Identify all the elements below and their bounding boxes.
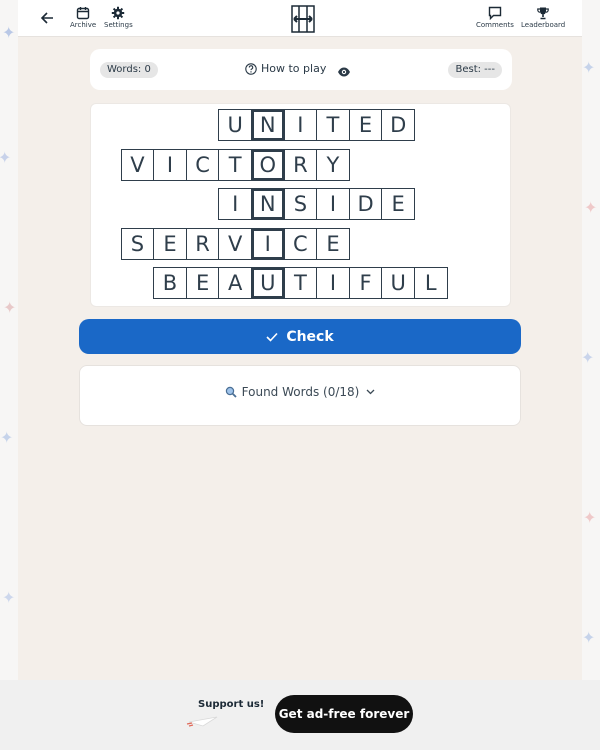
check-button[interactable]: Check bbox=[79, 319, 521, 354]
chevron-down-icon bbox=[366, 389, 375, 395]
gear-icon bbox=[112, 6, 125, 20]
letter-cell[interactable]: S bbox=[120, 228, 155, 260]
letter-cell[interactable]: E bbox=[381, 188, 415, 220]
found-words-label: Found Words (0/18) bbox=[241, 385, 360, 399]
support-label: Support us! bbox=[198, 699, 265, 710]
letter-cell[interactable]: V bbox=[120, 149, 155, 181]
logo-icon bbox=[291, 5, 315, 33]
letter-cell[interactable]: E bbox=[185, 267, 220, 299]
right-decoration: ✦ ✦ ✦ ✦ ✦ bbox=[582, 0, 600, 680]
key-letter-cell[interactable]: O bbox=[250, 149, 285, 181]
back-button[interactable] bbox=[40, 11, 54, 25]
ad-free-label: Get ad-free forever bbox=[278, 707, 410, 721]
letter-cell[interactable]: Y bbox=[316, 149, 350, 181]
letter-cell[interactable]: C bbox=[283, 228, 318, 260]
letter-cell[interactable]: A bbox=[218, 267, 252, 299]
letter-cell[interactable]: I bbox=[153, 149, 187, 181]
letter-cell[interactable]: D bbox=[381, 109, 415, 141]
puzzle-row: BEAUTIFUL bbox=[153, 267, 448, 299]
letter-cell[interactable]: V bbox=[218, 228, 252, 260]
letter-cell[interactable]: I bbox=[283, 109, 318, 141]
ad-free-button[interactable]: Get ad-free forever bbox=[275, 695, 413, 733]
puzzle-row: INSIDE bbox=[218, 188, 415, 220]
top-bar: Archive Settings Comments Leaderboard bbox=[18, 0, 582, 37]
letter-cell[interactable]: R bbox=[185, 228, 220, 260]
puzzle-board: UNITEDVICTORYINSIDESERVICEBEAUTIFUL bbox=[90, 103, 511, 307]
key-letter-cell[interactable]: U bbox=[250, 267, 285, 299]
letter-cell[interactable]: I bbox=[218, 188, 252, 220]
letter-cell[interactable]: S bbox=[283, 188, 318, 220]
archive-button[interactable]: Archive bbox=[70, 6, 96, 29]
how-to-play-link[interactable]: How to play bbox=[245, 62, 326, 75]
leaderboard-button[interactable]: Leaderboard bbox=[521, 6, 565, 29]
letter-cell[interactable]: B bbox=[153, 267, 187, 299]
comments-button[interactable]: Comments bbox=[476, 6, 514, 29]
letter-cell[interactable]: U bbox=[381, 267, 415, 299]
how-to-play-label: How to play bbox=[261, 62, 327, 75]
check-label: Check bbox=[286, 328, 334, 345]
support-footer: Support us! Get ad-free forever bbox=[0, 680, 600, 750]
letter-cell[interactable]: E bbox=[316, 228, 350, 260]
leaderboard-label: Leaderboard bbox=[521, 21, 566, 29]
checkmark-icon bbox=[266, 332, 278, 342]
comments-label: Comments bbox=[476, 21, 514, 29]
calendar-icon bbox=[76, 7, 90, 20]
letter-cell[interactable]: U bbox=[218, 109, 252, 141]
letter-cell[interactable]: E bbox=[348, 109, 383, 141]
settings-button[interactable]: Settings bbox=[104, 6, 133, 29]
archive-label: Archive bbox=[70, 21, 97, 29]
status-bar: Words: 0 How to play Best: --- bbox=[90, 49, 512, 90]
words-count-badge: Words: 0 bbox=[100, 62, 158, 78]
letter-cell[interactable]: C bbox=[185, 149, 220, 181]
settings-label: Settings bbox=[104, 21, 133, 29]
letter-cell[interactable]: F bbox=[348, 267, 383, 299]
letter-cell[interactable]: T bbox=[316, 109, 350, 141]
paper-plane-icon bbox=[186, 716, 218, 727]
letter-cell[interactable]: E bbox=[153, 228, 187, 260]
letter-cell[interactable]: R bbox=[283, 149, 318, 181]
reveal-button[interactable] bbox=[337, 63, 351, 82]
key-letter-cell[interactable]: I bbox=[250, 228, 285, 260]
puzzle-row: VICTORY bbox=[120, 149, 350, 181]
letter-cell[interactable]: L bbox=[413, 267, 448, 299]
eye-icon bbox=[338, 67, 350, 77]
found-words-panel: Found Words (0/18) bbox=[79, 365, 521, 426]
best-score-badge: Best: --- bbox=[448, 62, 502, 78]
trophy-icon bbox=[537, 7, 549, 20]
comment-icon bbox=[488, 6, 502, 20]
game-logo bbox=[291, 5, 315, 37]
game-page: Archive Settings Comments Leaderboard Wo… bbox=[18, 0, 582, 680]
letter-cell[interactable]: T bbox=[218, 149, 252, 181]
found-words-toggle[interactable]: Found Words (0/18) bbox=[80, 385, 520, 399]
magnifier-icon bbox=[225, 386, 237, 398]
puzzle-row: SERVICE bbox=[120, 228, 350, 260]
puzzle-row: UNITED bbox=[218, 109, 415, 141]
question-circle-icon bbox=[245, 62, 257, 75]
letter-cell[interactable]: T bbox=[283, 267, 318, 299]
left-decoration: ✦ ✦ ✦ ✦ ✦ bbox=[0, 0, 18, 680]
letter-cell[interactable]: I bbox=[316, 188, 350, 220]
arrow-left-icon bbox=[40, 12, 53, 24]
letter-cell[interactable]: D bbox=[348, 188, 383, 220]
key-letter-cell[interactable]: N bbox=[250, 188, 285, 220]
letter-cell[interactable]: I bbox=[316, 267, 350, 299]
key-letter-cell[interactable]: N bbox=[250, 109, 285, 141]
